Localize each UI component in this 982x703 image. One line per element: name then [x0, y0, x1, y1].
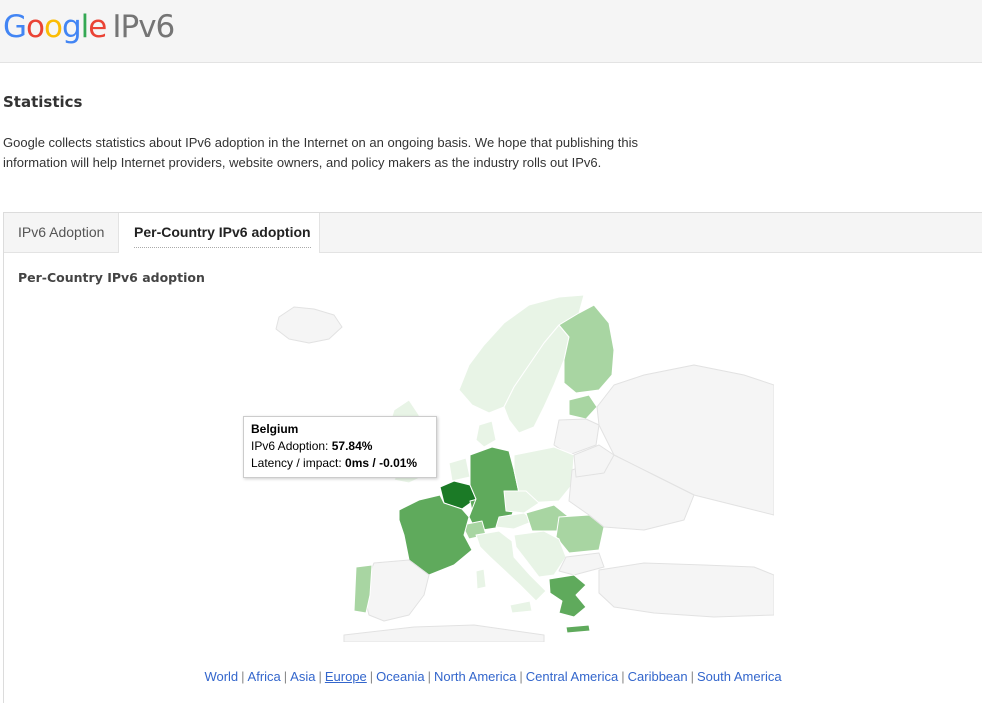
region-separator: | [621, 669, 625, 684]
tooltip-line-adoption: IPv6 Adoption: 57.84% [251, 438, 436, 455]
region-separator: | [690, 669, 695, 684]
region-link-oceania[interactable]: Oceania [376, 669, 424, 684]
tooltip-country: Belgium [251, 422, 299, 436]
region-link-north-america[interactable]: North America [434, 669, 516, 684]
region-link-europe[interactable]: Europe [325, 669, 367, 684]
intro-line-1: Google collects statistics about IPv6 ad… [3, 135, 639, 150]
tab-per-country[interactable]: Per-Country IPv6 adoption [118, 213, 320, 253]
tab-bar: IPv6 Adoption Per-Country IPv6 adoption [4, 213, 982, 253]
region-separator: | [427, 669, 431, 684]
region-link-caribbean[interactable]: Caribbean [628, 669, 688, 684]
tooltip-line-latency: Latency / impact: 0ms / -0.01% [251, 455, 436, 472]
country-italy-sardinia[interactable] [475, 568, 487, 590]
region-links: World | Africa | Asia | Europe | Oceania | North A… [4, 669, 982, 684]
country-greece-crete[interactable] [565, 624, 591, 634]
region-separator: | [519, 669, 523, 684]
region-link-africa[interactable]: Africa [248, 669, 281, 684]
logo-letter: g [61, 9, 82, 45]
logo-letter: G [3, 9, 27, 45]
tab-per-country-label: Per-Country IPv6 adoption [134, 224, 311, 248]
region-separator: | [369, 669, 374, 684]
logo-letter: o [44, 9, 63, 45]
region-separator: | [241, 669, 245, 684]
tooltip-adoption-value: 57.84% [331, 439, 373, 453]
region-link-world[interactable]: World [204, 669, 238, 684]
country-turkey[interactable] [598, 562, 774, 618]
tooltip-latency-label: Latency / impact: [251, 456, 346, 470]
header-bar: Google IPv6 [0, 0, 982, 63]
logo-letter: e [88, 9, 107, 45]
region-link-asia[interactable]: Asia [290, 669, 315, 684]
region-separator: | [318, 669, 322, 684]
logo-letter: o [26, 9, 45, 45]
region-link-central-america[interactable]: Central America [526, 669, 618, 684]
tooltip-adoption-label: IPv6 Adoption: [251, 439, 332, 453]
region-separator: | [283, 669, 288, 684]
google-ipv6-logo[interactable]: Google IPv6 [3, 9, 175, 45]
intro-text: Google collects statistics about IPv6 ad… [3, 133, 663, 173]
intro-line-2: information will help Internet providers… [3, 155, 602, 170]
page-title: Statistics [3, 93, 83, 111]
tab-ipv6-adoption[interactable]: IPv6 Adoption [4, 213, 118, 252]
country-tooltip: Belgium IPv6 Adoption: 57.84% Latency / … [243, 416, 437, 478]
section-subtitle: Per-Country IPv6 adoption [18, 270, 205, 285]
product-name: IPv6 [112, 9, 175, 45]
stats-panel: IPv6 Adoption Per-Country IPv6 adoption … [3, 212, 982, 703]
region-link-south-america[interactable]: South America [697, 669, 782, 684]
tooltip-latency-value: 0ms / -0.01% [345, 456, 418, 470]
tooltip-line-country: Belgium [251, 421, 436, 438]
